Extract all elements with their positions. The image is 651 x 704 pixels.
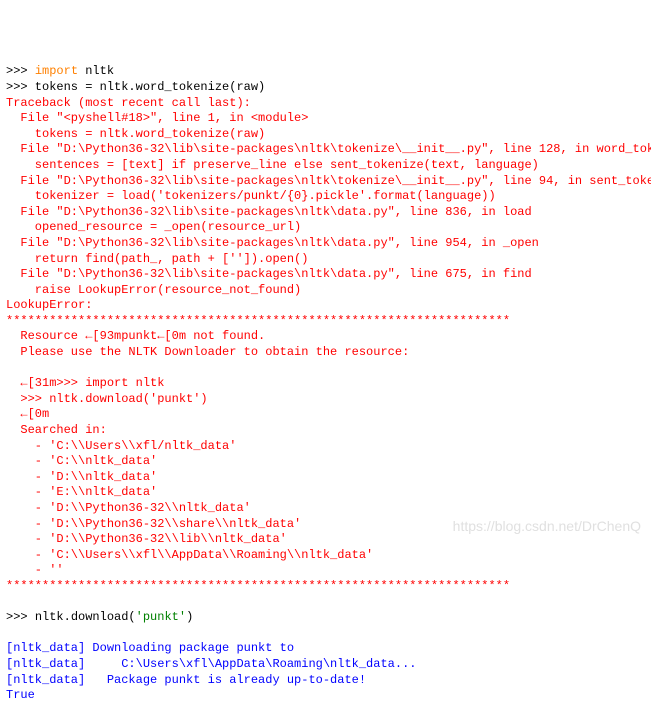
searched-header: Searched in: <box>6 423 107 437</box>
traceback-line: LookupError: <box>6 298 92 312</box>
search-path: - 'D:\\nltk_data' <box>6 470 157 484</box>
hint-line: >>> nltk.download('punkt') <box>6 392 208 406</box>
keyword-import: import <box>35 64 78 78</box>
output-line: [nltk_data] Package punkt is already up-… <box>6 673 366 687</box>
hint-line: ←[31m>>> import nltk <box>6 376 164 390</box>
search-path: - 'D:\\Python36-32\\share\\nltk_data' <box>6 517 301 531</box>
output-line: [nltk_data] Downloading package punkt to <box>6 641 294 655</box>
module-name: nltk <box>78 64 114 78</box>
error-msg: Resource ←[93mpunkt←[0m not found. <box>6 329 265 343</box>
traceback-line: sentences = [text] if preserve_line else… <box>6 158 539 172</box>
prompt: >>> <box>6 610 35 624</box>
traceback-line: File "D:\Python36-32\lib\site-packages\n… <box>6 174 651 188</box>
traceback-line: opened_resource = _open(resource_url) <box>6 220 301 234</box>
search-path: - 'E:\\nltk_data' <box>6 485 157 499</box>
traceback-line: tokens = nltk.word_tokenize(raw) <box>6 127 265 141</box>
separator-stars: ****************************************… <box>6 314 510 328</box>
call-text: ) <box>186 610 193 624</box>
traceback-line: tokenizer = load('tokenizers/punkt/{0}.p… <box>6 189 496 203</box>
search-path: - 'C:\\Users\\xfl/nltk_data' <box>6 439 236 453</box>
hint-line: ←[0m <box>6 407 49 421</box>
search-path: - 'D:\\Python36-32\\lib\\nltk_data' <box>6 532 287 546</box>
prompt: >>> <box>6 64 35 78</box>
traceback-line: File "D:\Python36-32\lib\site-packages\n… <box>6 205 532 219</box>
traceback-line: Traceback (most recent call last): <box>6 96 251 110</box>
output-line: [nltk_data] C:\Users\xfl\AppData\Roaming… <box>6 657 416 671</box>
traceback-line: File "D:\Python36-32\lib\site-packages\n… <box>6 236 539 250</box>
output-line: True <box>6 688 35 702</box>
repl-line: >>> tokens = nltk.word_tokenize(raw) <box>6 80 265 94</box>
call-text: nltk.download( <box>35 610 136 624</box>
traceback-line: File "D:\Python36-32\lib\site-packages\n… <box>6 267 532 281</box>
separator-stars: ****************************************… <box>6 579 510 593</box>
repl-line: >>> nltk.download('punkt') <box>6 610 193 624</box>
traceback-line: raise LookupError(resource_not_found) <box>6 283 301 297</box>
search-path: - '' <box>6 563 64 577</box>
traceback-line: return find(path_, path + ['']).open() <box>6 252 308 266</box>
repl-line: >>> import nltk <box>6 64 114 78</box>
error-msg: Please use the NLTK Downloader to obtain… <box>6 345 409 359</box>
string-literal: 'punkt' <box>136 610 186 624</box>
search-path: - 'C:\\Users\\xfl\\AppData\\Roaming\\nlt… <box>6 548 373 562</box>
traceback-line: File "D:\Python36-32\lib\site-packages\n… <box>6 142 651 156</box>
search-path: - 'C:\\nltk_data' <box>6 454 157 468</box>
watermark-text: https://blog.csdn.net/DrChenQ <box>453 517 641 535</box>
traceback-line: File "<pyshell#18>", line 1, in <module> <box>6 111 308 125</box>
search-path: - 'D:\\Python36-32\\nltk_data' <box>6 501 251 515</box>
